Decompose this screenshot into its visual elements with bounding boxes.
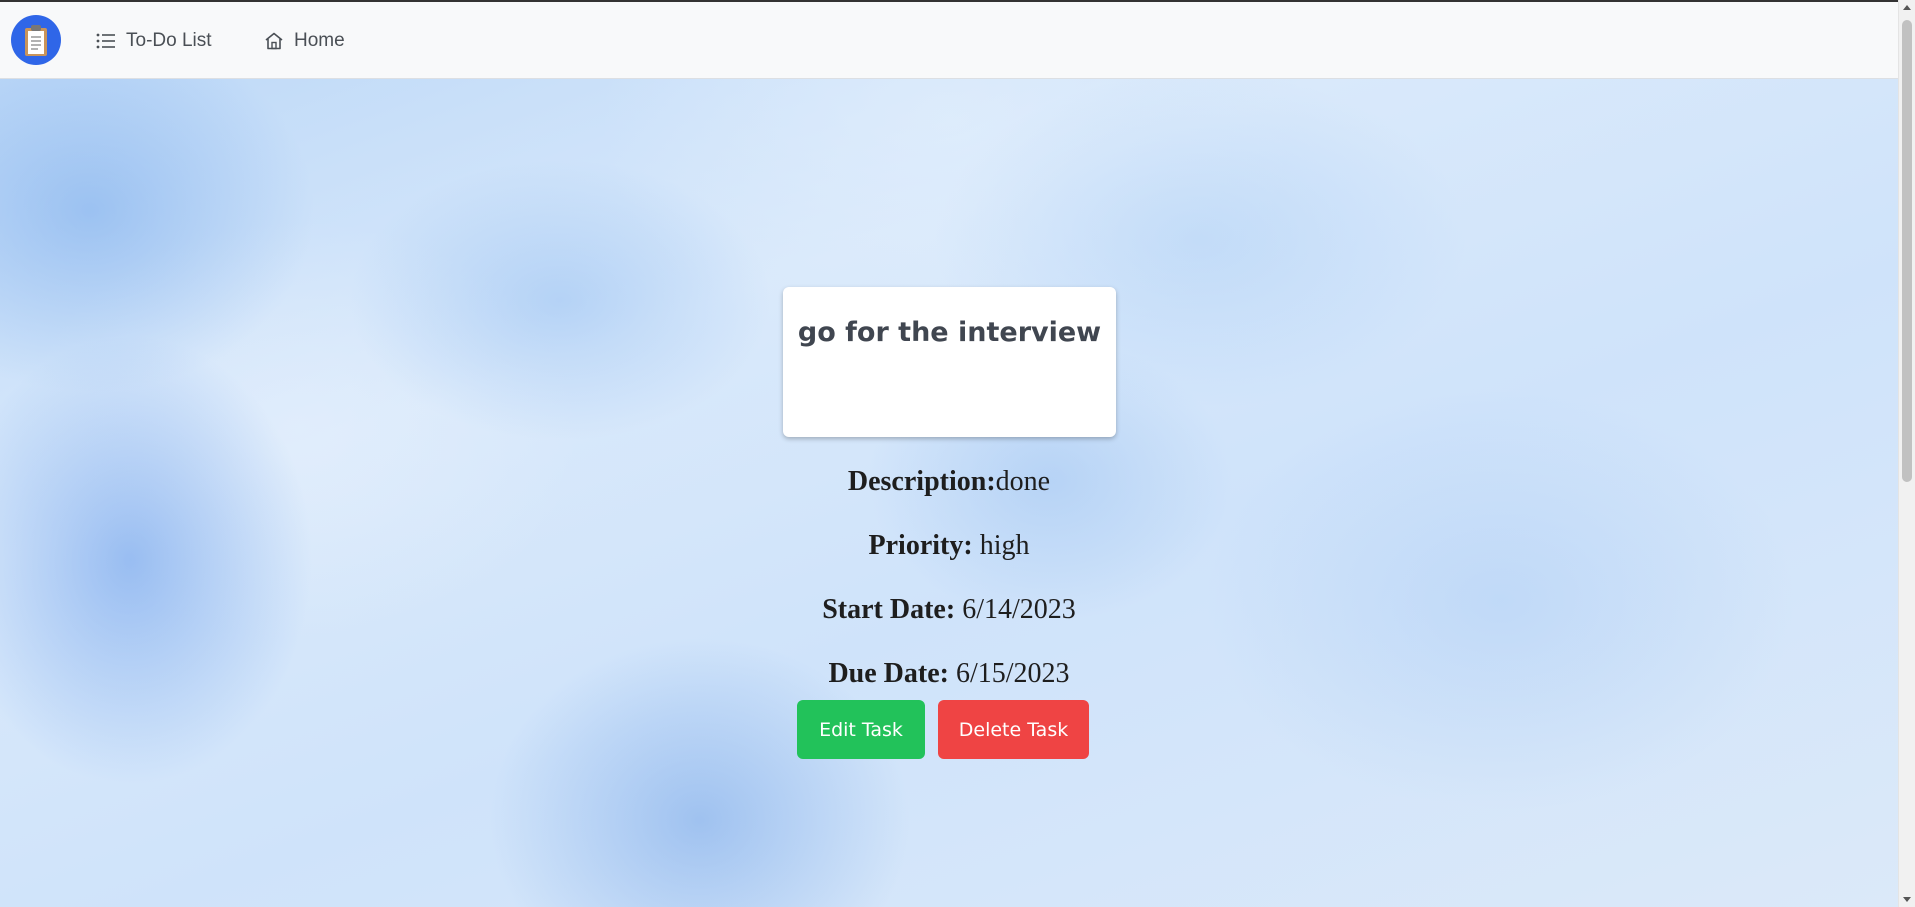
home-icon	[265, 32, 283, 50]
clipboard-icon	[25, 25, 47, 56]
navbar: To-Do List Home	[0, 0, 1898, 79]
task-due-date: Due Date: 6/15/2023	[0, 658, 1898, 690]
start-date-value: 6/14/2023	[962, 594, 1076, 625]
description-value: done	[995, 466, 1051, 497]
edit-task-button[interactable]: Edit Task	[797, 700, 925, 759]
scroll-up-arrow-icon[interactable]	[1903, 5, 1911, 10]
nav-link-home[interactable]: Home	[264, 28, 345, 54]
task-title: go for the interview	[797, 317, 1102, 348]
background-image	[0, 0, 1898, 907]
nav-link-label: Home	[294, 30, 345, 51]
due-date-label: Due Date:	[828, 658, 949, 689]
due-date-value: 6/15/2023	[955, 658, 1070, 689]
delete-task-button[interactable]: Delete Task	[938, 700, 1089, 759]
page-scrollbar[interactable]	[1898, 0, 1915, 907]
start-date-label: Start Date:	[822, 594, 956, 625]
priority-label: Priority:	[868, 530, 973, 561]
nav-link-todo-list[interactable]: To-Do List	[96, 28, 212, 54]
priority-value: high	[979, 530, 1030, 561]
scrollbar-thumb[interactable]	[1902, 20, 1912, 482]
nav-link-label: To-Do List	[126, 30, 212, 51]
task-priority: Priority: high	[0, 530, 1898, 562]
task-description: Description:done	[0, 466, 1898, 498]
list-icon	[96, 33, 115, 49]
task-start-date: Start Date: 6/14/2023	[0, 594, 1898, 626]
description-label: Description:	[847, 466, 996, 497]
scroll-down-arrow-icon[interactable]	[1903, 897, 1911, 902]
task-card: go for the interview	[783, 287, 1116, 437]
app-logo[interactable]	[11, 15, 61, 65]
